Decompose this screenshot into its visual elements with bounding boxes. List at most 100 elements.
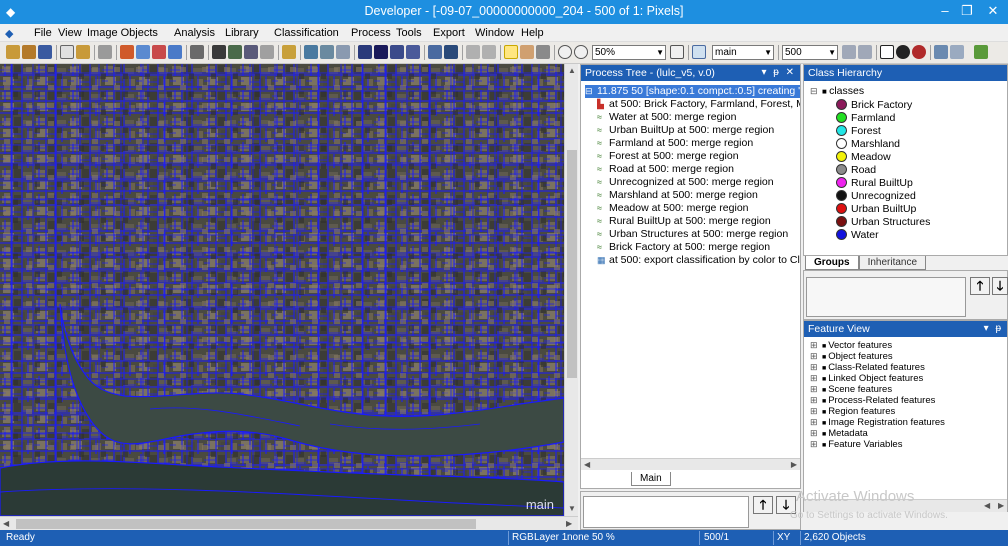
class-item-forest[interactable]: Forest [836,125,881,138]
class-item-marshland[interactable]: Marshland [836,138,900,151]
sample-icon[interactable] [428,45,442,59]
select-polygon-icon[interactable] [536,45,550,59]
save-icon[interactable] [38,45,52,59]
scroll-left-icon[interactable]: ◀ [3,519,9,528]
class-info-box[interactable] [806,277,966,317]
menu-image-objects[interactable]: Image Objects [87,27,158,39]
menu-help[interactable]: Help [521,27,544,39]
level-down-icon[interactable] [842,45,856,59]
expand-minus-icon[interactable]: ⊟ [585,85,597,98]
menu-library[interactable]: Library [225,27,259,39]
menu-analysis[interactable]: Analysis [174,27,215,39]
scroll-down-icon[interactable]: ▼ [568,504,576,513]
menu-process[interactable]: Process [351,27,391,39]
process-item[interactable]: ≈ Brick Factory at 500: merge region [597,241,770,254]
scroll-left-icon[interactable]: ◀ [984,501,990,510]
execute-icon[interactable] [136,45,150,59]
class-move-down-button[interactable]: 🡓 [992,277,1008,295]
open-project-icon[interactable] [6,45,20,59]
view-layout-1-icon[interactable] [212,45,226,59]
class-item-brick-factory[interactable]: Brick Factory [836,99,912,112]
image-vertical-scrollbar[interactable]: ▲ ▼ [564,64,578,516]
classify-icon[interactable] [152,45,166,59]
class-item-water[interactable]: Water [836,229,879,242]
class-root[interactable]: ⊟ ■ classes [810,85,864,98]
process-item[interactable]: ≈ Forest at 500: merge region [597,150,739,163]
tab-groups[interactable]: Groups [805,256,859,270]
process-item[interactable]: ▦ at 500: export classification by color … [597,254,800,267]
process-item[interactable]: ≈ Urban Structures at 500: merge region [597,228,788,241]
pointer-icon[interactable] [504,45,518,59]
hand-pan-icon[interactable] [520,45,534,59]
panel-controls[interactable]: ▾ ᵽ [984,321,1003,337]
statistics-icon[interactable] [168,45,182,59]
feature-group[interactable]: ⊞ ■ Feature Variables [810,438,902,451]
menu-classification[interactable]: Classification [274,27,339,39]
edit-icon[interactable] [98,45,112,59]
class-item-urban-structures[interactable]: Urban Structures [836,216,930,229]
process-item[interactable]: ≈ Rural BuiltUp at 500: merge region [597,215,771,228]
class-item-rural-builtup[interactable]: Rural BuiltUp [836,177,913,190]
redo-icon[interactable] [950,45,964,59]
class-move-up-button[interactable]: 🡑 [970,277,990,295]
outline-view-icon[interactable] [358,45,372,59]
scroll-right-icon[interactable]: ▶ [566,519,572,528]
move-up-button[interactable]: 🡑 [753,496,773,514]
view-layout-4-icon[interactable] [260,45,274,59]
process-item[interactable]: ≈ Marshland at 500: merge region [597,189,758,202]
class-item-meadow[interactable]: Meadow [836,151,891,164]
layer-mix-icon[interactable] [282,45,296,59]
class-item-road[interactable]: Road [836,164,876,177]
split-view-1-icon[interactable] [304,45,318,59]
scroll-right-icon[interactable]: ▶ [998,501,1004,510]
zoom-box-icon[interactable] [670,45,684,59]
level-up-icon[interactable] [858,45,872,59]
extra-tool-icon[interactable] [974,45,988,59]
process-item[interactable]: ≈ Meadow at 500: merge region [597,202,749,215]
process-item[interactable]: ▙ at 500: Brick Factory, Farmland, Forest… [597,98,800,111]
class-item-unrecognized[interactable]: Unrecognized [836,190,916,203]
undo-icon[interactable] [934,45,948,59]
menu-app-icon[interactable]: ◆ [5,27,13,40]
menu-view[interactable]: View [58,27,82,39]
process-item[interactable]: ≈ Urban BuiltUp at 500: merge region [597,124,774,137]
menu-window[interactable]: Window [475,27,514,39]
scroll-left-icon[interactable]: ◀ [584,460,590,469]
thematic-icon[interactable] [444,45,458,59]
segmentation-map[interactable] [0,64,564,516]
fill-view-icon[interactable] [374,45,388,59]
pan-link-icon[interactable] [190,45,204,59]
zoom-combo[interactable]: 50% ▼ [592,45,666,60]
class-view-icon[interactable] [406,45,420,59]
open-folder-icon[interactable] [22,45,36,59]
split-view-2-icon[interactable] [320,45,334,59]
image-layer-combo[interactable]: main ▼ [712,45,774,60]
split-view-3-icon[interactable] [336,45,350,59]
zoom-out-icon[interactable] [558,45,572,59]
process-item[interactable]: ≈ Water at 500: merge region [597,111,736,124]
info-icon[interactable] [896,45,910,59]
view-layout-2-icon[interactable] [228,45,242,59]
image-view[interactable]: main [0,64,564,516]
scroll-right-icon[interactable]: ▶ [791,460,797,469]
tab-inheritance[interactable]: Inheritance [858,256,927,270]
open-image-icon[interactable] [76,45,90,59]
level-combo[interactable]: 500 ▼ [782,45,838,60]
window-icon[interactable] [880,45,894,59]
image-horizontal-scroll-thumb[interactable] [16,519,476,529]
process-item-root[interactable]: ⊟ 11.875 50 [shape:0.1 compct.:0.5] creat… [585,85,800,98]
close-button[interactable]: ✕ [978,0,1008,24]
panel-controls[interactable]: ▾ ᵽ ✕ [761,65,796,81]
process-tree-hscroll[interactable]: ◀ ▶ [581,458,800,470]
new-view-icon[interactable] [60,45,74,59]
tab-main[interactable]: Main [631,472,671,486]
menu-file[interactable]: File [34,27,52,39]
image-horizontal-scrollbar[interactable]: ◀ ▶ [0,516,578,530]
process-item[interactable]: ≈ Unrecognized at 500: merge region [597,176,774,189]
zoom-in-icon[interactable] [574,45,588,59]
zoom-full-icon[interactable] [692,45,706,59]
help-icon[interactable] [912,45,926,59]
process-item[interactable]: ≈ Road at 500: merge region [597,163,734,176]
disabled-tool-icon[interactable] [482,45,496,59]
image-vertical-scroll-thumb[interactable] [567,150,577,378]
